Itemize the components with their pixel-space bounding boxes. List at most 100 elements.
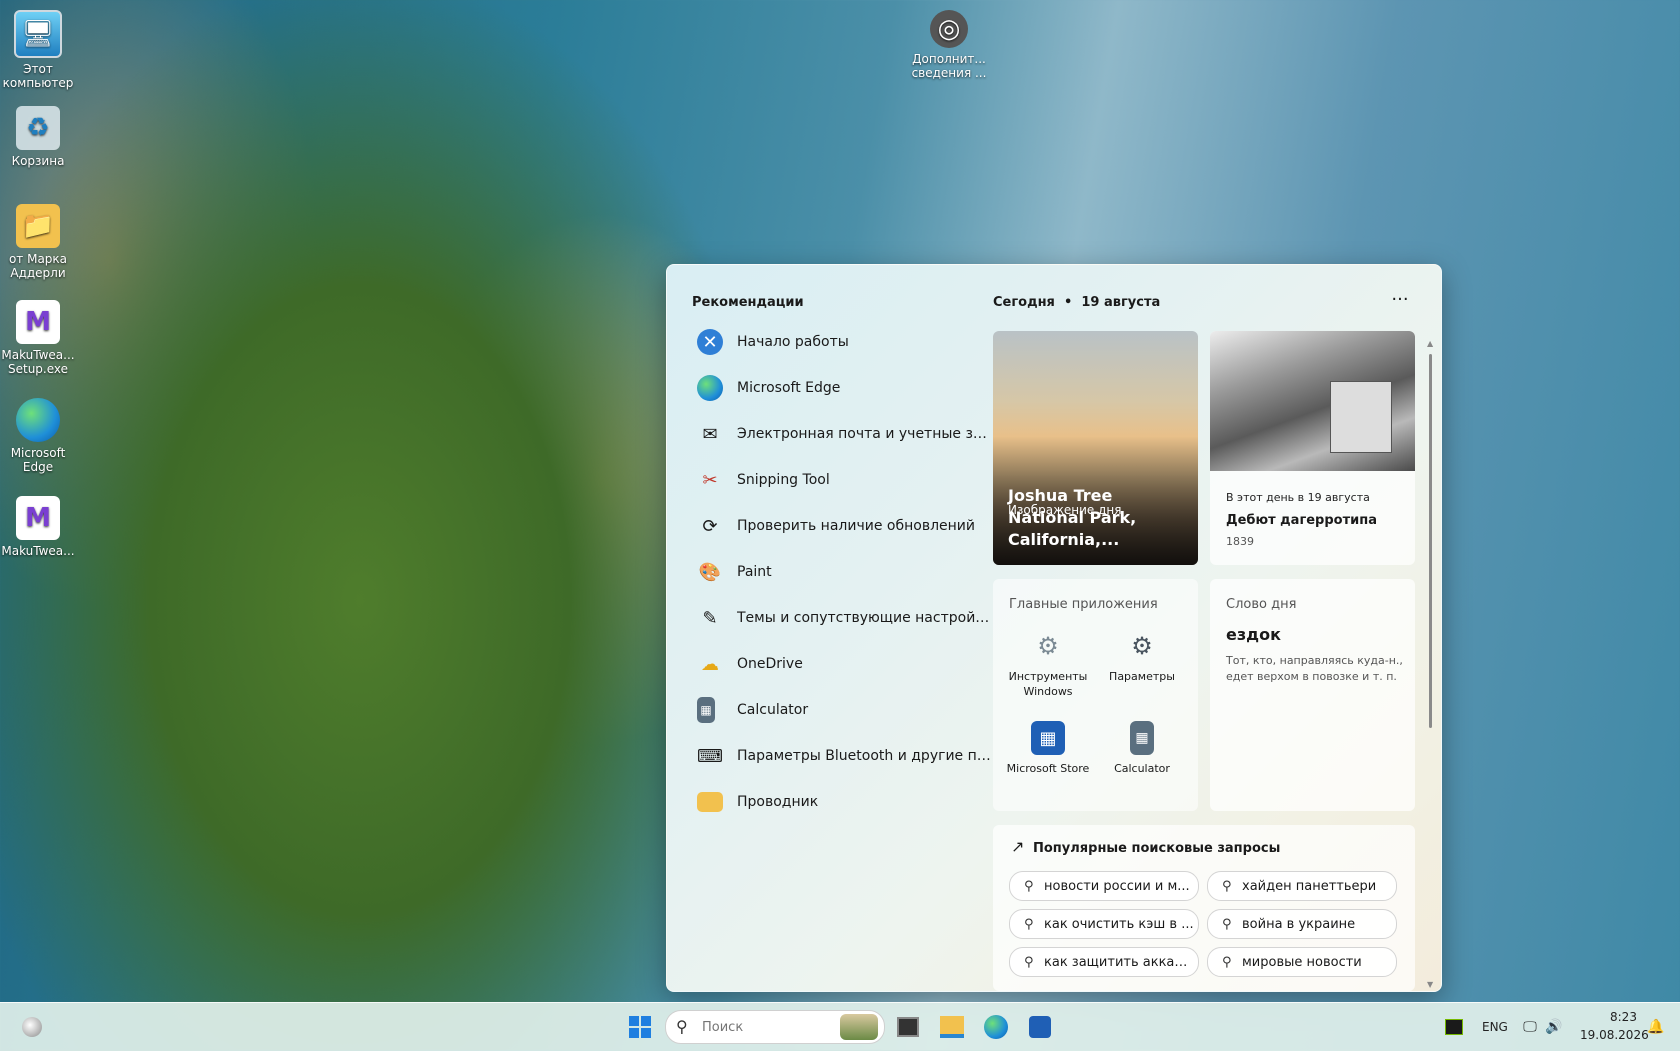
desktop-icon-makutweaker[interactable]: M MakuTwea... [0, 496, 76, 558]
rec-item-themes[interactable]: ✎ Темы и сопутствующие настройки [697, 595, 993, 641]
word-of-day-heading: Слово дня [1226, 597, 1297, 612]
recycle-bin-icon: ♻ [16, 106, 60, 150]
info-circle-icon: ◎ [930, 10, 968, 48]
search-icon: ⚲ [1222, 916, 1232, 932]
trending-chip[interactable]: ⚲ мировые новости [1207, 947, 1397, 977]
store-taskbar-button[interactable] [1024, 1011, 1056, 1043]
image-of-day-card[interactable]: Изображение дня Joshua Tree National Par… [993, 331, 1198, 565]
more-options-button[interactable]: ··· [1385, 289, 1415, 315]
desktop-icon-makutweaker-setup[interactable]: M MakuTwea... Setup.exe [0, 300, 76, 376]
desktop-icon-label: от Марка Аддерли [8, 252, 68, 280]
desktop-icon-label: Этот компьютер [2, 62, 74, 90]
desktop-icon-edge[interactable]: Microsoft Edge [0, 398, 76, 474]
network-tray-icon[interactable]: 🖵 [1518, 1011, 1542, 1043]
app-tile-calculator[interactable]: ▦ Calculator [1097, 721, 1187, 776]
network-icon: 🖵 [1523, 1019, 1537, 1035]
word-of-day-definition: Тот, кто, направляясь куда-н., едет верх… [1226, 654, 1403, 683]
recommendations-title: Рекомендации [692, 295, 804, 310]
widgets-button[interactable] [16, 1011, 48, 1043]
rec-item-snipping-tool[interactable]: ✂ Snipping Tool [697, 457, 993, 503]
trending-searches-card: ↗ Популярные поисковые запросы ⚲ новости… [993, 825, 1415, 991]
on-this-day-year: 1839 [1226, 535, 1254, 548]
desktop-icon-folder[interactable]: 📁 от Марка Аддерли [0, 204, 76, 280]
search-icon: ⚲ [1024, 878, 1034, 894]
rec-item-onedrive[interactable]: ☁ OneDrive [697, 641, 993, 687]
edge-taskbar-button[interactable] [980, 1011, 1012, 1043]
speaker-icon: 🔊 [1545, 1019, 1563, 1035]
folder-icon: 📁 [16, 204, 60, 248]
trending-chip-label: новости россии и м... [1044, 878, 1190, 894]
trending-arrow-icon: ↗ [1011, 837, 1025, 856]
rec-item-explorer[interactable]: Проводник [697, 779, 993, 825]
folder-icon [697, 792, 723, 812]
desktop-icon-label: MakuTwea... [1, 544, 75, 558]
windows-logo-icon [629, 1016, 651, 1038]
search-icon: ⚲ [1222, 878, 1232, 894]
volume-tray-icon[interactable]: 🔊 [1542, 1011, 1566, 1043]
trending-chip[interactable]: ⚲ как защитить аккаун... [1009, 947, 1199, 977]
trending-chip-label: как очистить кэш в ... [1044, 916, 1194, 932]
trending-chip[interactable]: ⚲ как очистить кэш в ... [1009, 909, 1199, 939]
nvidia-icon [1445, 1019, 1463, 1035]
weather-icon [22, 1017, 42, 1037]
onedrive-icon: ☁ [701, 653, 719, 675]
start-button[interactable] [624, 1011, 656, 1043]
taskbar-search[interactable]: ⚲ [665, 1010, 885, 1044]
rec-item-check-updates[interactable]: ⟳ Проверить наличие обновлений [697, 503, 993, 549]
rec-item-paint[interactable]: 🎨 Paint [697, 549, 993, 595]
app-tile-label: Microsoft Store [1006, 762, 1090, 775]
notifications-button[interactable]: 🔔 [1644, 1011, 1668, 1043]
panel-scrollbar[interactable]: ▲ ▼ [1427, 339, 1433, 989]
recommendations-list: ✕ Начало работы Microsoft Edge ✉ Электро… [697, 319, 993, 825]
word-of-day-card[interactable]: Слово дня ездок Тот, кто, направляясь ку… [1210, 579, 1415, 811]
task-view-button[interactable] [892, 1011, 924, 1043]
app-tile-settings[interactable]: ⚙ Параметры [1097, 629, 1187, 684]
desktop-icon-label: MakuTwea... Setup.exe [1, 348, 75, 376]
clock-date[interactable]: 19.08.2026 [1580, 1028, 1649, 1042]
file-explorer-button[interactable] [936, 1011, 968, 1043]
rec-item-label: Электронная почта и учетные записи [737, 426, 991, 442]
trending-chip[interactable]: ⚲ война в украине [1207, 909, 1397, 939]
trending-chip[interactable]: ⚲ новости россии и м... [1009, 871, 1199, 901]
trending-heading: Популярные поисковые запросы [1033, 841, 1281, 856]
makutweaker-icon: M [16, 300, 60, 344]
rec-item-label: Параметры Bluetooth и другие пара... [737, 748, 991, 764]
trending-chip-label: война в украине [1242, 916, 1356, 932]
rec-item-calculator[interactable]: ▦ Calculator [697, 687, 993, 733]
rec-item-label: Paint [737, 564, 772, 580]
scroll-down-icon[interactable]: ▼ [1427, 980, 1433, 989]
trending-chip-label: как защитить аккаун... [1044, 954, 1194, 970]
app-tile-store[interactable]: ▦ Microsoft Store [1003, 721, 1093, 776]
bullet-separator: • [1059, 295, 1077, 310]
search-icon: ⚲ [1222, 954, 1232, 970]
today-header: Сегодня • 19 августа [993, 295, 1160, 310]
palette-icon: 🎨 [698, 561, 722, 583]
on-this-day-card[interactable]: В этот день в 19 августа Дебют дагерроти… [1210, 331, 1415, 565]
historic-photo [1210, 331, 1415, 471]
clock-time[interactable]: 8:23 [1610, 1010, 1637, 1024]
desktop-icon-recycle-bin[interactable]: ♻ Корзина [0, 106, 76, 168]
rec-item-edge[interactable]: Microsoft Edge [697, 365, 993, 411]
calculator-icon: ▦ [1130, 721, 1154, 755]
nvidia-tray-icon[interactable] [1440, 1011, 1468, 1043]
desktop-icon-additional-info[interactable]: ◎ Дополнит... сведения ... [911, 10, 987, 80]
scroll-up-icon[interactable]: ▲ [1427, 339, 1433, 348]
desktop-icon-this-pc[interactable]: 🖥 Этот компьютер [0, 10, 76, 90]
language-indicator[interactable]: ENG [1482, 1020, 1508, 1034]
app-tile-label: Инструменты Windows [1008, 670, 1088, 698]
trending-chip[interactable]: ⚲ хайден панеттьери [1207, 871, 1397, 901]
scissors-icon: ✂ [702, 469, 718, 491]
on-this-day-title: Дебют дагерротипа [1226, 513, 1377, 528]
search-input[interactable] [700, 1016, 844, 1038]
word-of-day-word: ездок [1226, 625, 1281, 644]
trending-chip-label: мировые новости [1242, 954, 1362, 970]
rec-item-get-started[interactable]: ✕ Начало работы [697, 319, 993, 365]
app-tile-windows-tools[interactable]: ⚙ Инструменты Windows [1003, 629, 1093, 699]
search-icon: ⚲ [1024, 916, 1034, 932]
rec-item-mail-accounts[interactable]: ✉ Электронная почта и учетные записи [697, 411, 993, 457]
monitor-icon: 🖥 [14, 10, 62, 58]
scroll-thumb[interactable] [1428, 354, 1432, 728]
rec-item-bluetooth-settings[interactable]: ⌨ Параметры Bluetooth и другие пара... [697, 733, 993, 779]
rec-item-label: Начало работы [737, 334, 849, 350]
desktop-icon-label: Microsoft Edge [10, 446, 66, 474]
